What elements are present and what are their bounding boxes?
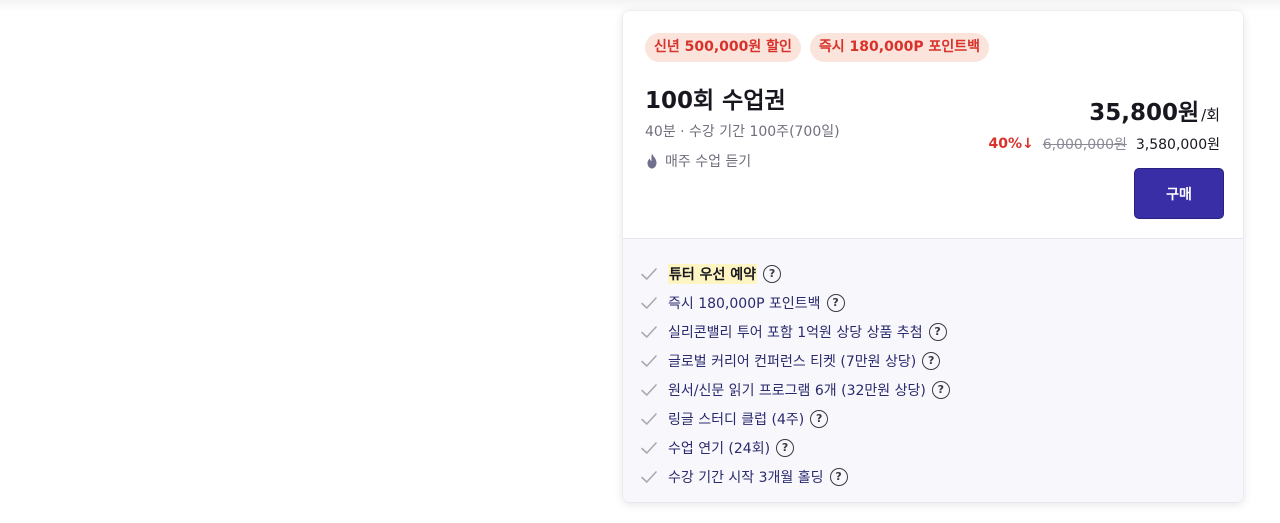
question-circle-icon[interactable]: ? [931,380,950,399]
benefit-item: 튜터 우선 예약 ? [640,259,950,288]
discount-badge: 신년 500,000원 할인 [645,33,801,62]
check-icon [641,412,657,425]
benefit-item: 링글 스터디 클럽 (4주) ? [640,404,950,433]
final-price: 3,580,000원 [1135,137,1220,153]
pointback-badge: 즉시 180,000P 포인트백 [809,33,989,62]
benefit-label: 글로벌 커리어 컨퍼런스 티켓 (7만원 상당) [668,353,917,370]
question-circle-icon[interactable]: ? [928,322,947,341]
plan-card-header: 신년 500,000원 할인 즉시 180,000P 포인트백 100회 수업권… [623,11,1243,238]
benefit-label: 원서/신문 읽기 프로그램 6개 (32만원 상당) [668,382,926,399]
question-circle-icon[interactable]: ? [826,293,845,312]
check-icon [641,325,657,338]
plan-card: 신년 500,000원 할인 즉시 180,000P 포인트백 100회 수업권… [623,11,1243,502]
benefit-item: 즉시 180,000P 포인트백 ? [640,288,950,317]
price-per-lesson: 35,800원 /회 [1089,93,1220,127]
question-circle-icon[interactable]: ? [776,438,795,457]
check-icon [641,441,657,454]
question-circle-icon[interactable]: ? [922,351,941,370]
question-circle-icon[interactable]: ? [810,409,829,428]
check-icon [641,383,657,396]
price-per-lesson-amount: 35,800원 [1089,100,1200,126]
benefit-item: 수강 기간 시작 3개월 홀딩 ? [640,462,950,491]
buy-button[interactable]: 구매 [1134,168,1224,219]
check-icon [641,354,657,367]
benefit-item: 원서/신문 읽기 프로그램 6개 (32만원 상당) ? [640,375,950,404]
question-circle-icon[interactable]: ? [763,264,782,283]
benefit-item: 실리콘밸리 투어 포함 1억원 상당 상품 추첨 ? [640,317,950,346]
original-price: 6,000,000원 [1042,137,1127,153]
benefit-label: 링글 스터디 클럽 (4주) [668,411,805,428]
benefit-label: 실리콘밸리 투어 포함 1억원 상당 상품 추첨 [668,324,923,341]
benefits-panel: 튜터 우선 예약 ? 즉시 180,000P 포인트백 ? 실리콘밸리 투어 포… [623,238,1243,502]
weekly-lesson-label: 매주 수업 듣기 [665,154,752,170]
benefit-item: 수업 연기 (24회) ? [640,433,950,462]
weekly-lesson-info: 매주 수업 듣기 [645,151,751,171]
benefit-label: 수업 연기 (24회) [668,440,771,457]
question-circle-icon[interactable]: ? [829,467,848,486]
check-icon [641,267,657,280]
benefit-list: 튜터 우선 예약 ? 즉시 180,000P 포인트백 ? 실리콘밸리 투어 포… [640,259,950,491]
plan-title: 100회 수업권 [645,88,786,114]
benefit-item: 글로벌 커리어 컨퍼런스 티켓 (7만원 상당) ? [640,346,950,375]
price-per-lesson-unit: /회 [1201,106,1220,124]
badge-group: 신년 500,000원 할인 즉시 180,000P 포인트백 [645,33,989,62]
price-discount-row: 40%↓ 6,000,000원 3,580,000원 [988,134,1220,154]
discount-rate: 40%↓ [988,136,1034,152]
check-icon [641,296,657,309]
flame-icon [647,153,657,169]
check-icon [641,470,657,483]
benefit-label: 튜터 우선 예약 [668,263,758,284]
plan-meta: 40분 · 수강 기간 100주(700일) [645,124,840,140]
benefit-label: 즉시 180,000P 포인트백 [668,295,821,312]
benefit-label: 수강 기간 시작 3개월 홀딩 [668,469,824,486]
page: 신년 500,000원 할인 즉시 180,000P 포인트백 100회 수업권… [0,0,1280,523]
